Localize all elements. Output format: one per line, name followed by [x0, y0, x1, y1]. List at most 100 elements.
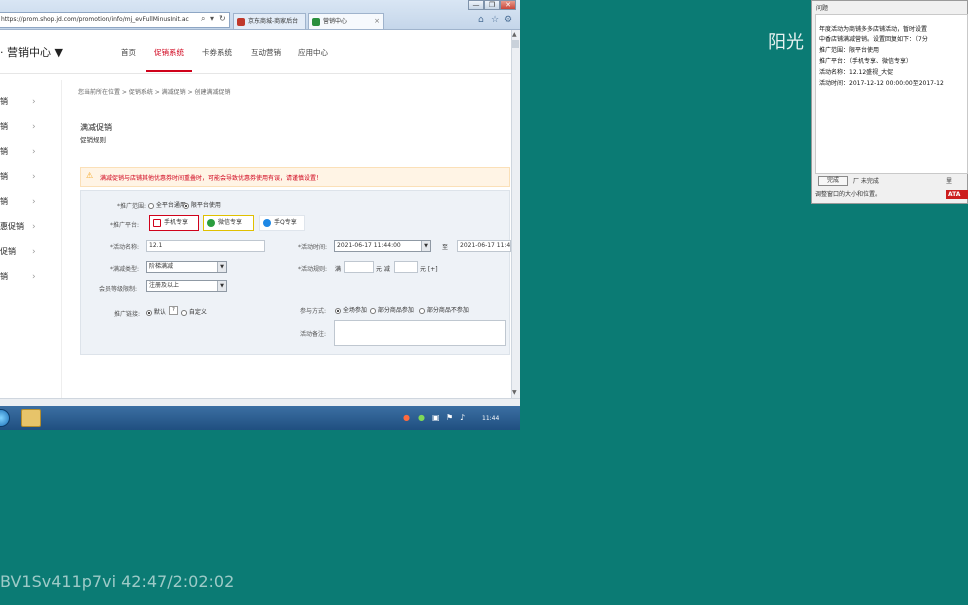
refresh-icon[interactable]: ↻ [219, 13, 226, 25]
sidebar-item-1[interactable]: 销 › [0, 95, 62, 120]
horizontal-scrollbar[interactable] [0, 398, 520, 406]
rule-threshold-input[interactable] [344, 261, 374, 273]
address-bar[interactable]: https://prom.shop.jd.com/promotion/info/… [0, 12, 230, 28]
sidebar-item-2[interactable]: 销 › [0, 120, 62, 145]
range-option-platform[interactable]: 限平台使用 [183, 200, 221, 209]
rule-full-text: 满 [335, 266, 342, 273]
radio-label: 自定义 [188, 309, 207, 316]
time-start-select[interactable]: 2021-06-17 11:44:00 ▼ [334, 240, 431, 252]
nav-interactive-marketing[interactable]: 互动营销 [251, 47, 281, 58]
minimize-button[interactable]: — [468, 0, 484, 10]
nav-home[interactable]: 首页 [121, 47, 136, 58]
link-default-option[interactable]: 默认 [146, 307, 166, 316]
channel-watermark: 阳光 [768, 32, 804, 53]
rule-discount-input[interactable] [394, 261, 418, 273]
discount-type-select[interactable]: 阶梯满减 ▼ [146, 261, 227, 273]
close-tab-icon[interactable]: × [374, 14, 380, 29]
member-level-label: 会员等级限制: [99, 286, 138, 293]
sidebar-item-label: 促销 [0, 247, 16, 256]
video-id-overlay: BV1Sv411p7vi 42:47/2:02:02 [0, 572, 235, 591]
dropdown-arrow-icon: ▼ [421, 241, 430, 251]
tab-label: 营销中心 [323, 18, 348, 25]
radio-label: 全平台通用 [155, 202, 186, 209]
participate-exclude-option[interactable]: 部分商品不参加 [419, 305, 469, 314]
platform-wechat-chip[interactable]: 微信专享 [203, 215, 254, 231]
dialog-title: 问题 [816, 5, 829, 12]
maximize-button[interactable]: ❐ [484, 0, 500, 10]
chevron-right-icon: › [32, 147, 36, 157]
member-level-select[interactable]: 注册及以上 ▼ [146, 280, 227, 292]
active-nav-underline [146, 70, 192, 72]
tab-jd-backend[interactable]: 京东商城-商家后台 [233, 13, 306, 29]
platform-label: *推广平台: [110, 222, 140, 229]
dialog-side-button[interactable]: 里 [946, 176, 952, 185]
breadcrumb[interactable]: 您当前所在位置 > 促销系统 > 满减促销 > 创建满减促销 [78, 87, 231, 96]
participate-partial-option[interactable]: 部分商品参加 [370, 305, 414, 314]
chip-label: 手Q专享 [274, 219, 297, 226]
dialog-line: 推广平台：（手机专享、微信专享） [819, 58, 913, 65]
tab-label: 京东商城-商家后台 [248, 18, 299, 25]
tab-marketing-center[interactable]: 营销中心 × [308, 13, 384, 29]
radio-icon [148, 202, 154, 209]
participate-label: 参与方式: [300, 308, 327, 315]
close-button[interactable]: ✕ [500, 0, 516, 10]
sidebar-item-8[interactable]: 销 › [0, 270, 62, 295]
sidebar-item-6[interactable]: 惠促销 › [0, 220, 62, 245]
rule-minus-text: 元 减 [376, 266, 390, 273]
file-explorer-icon[interactable] [21, 409, 41, 427]
dropdown-arrow-icon: ▼ [217, 262, 226, 272]
brand-title[interactable]: · 营销中心 ▼ [0, 44, 63, 60]
sidebar-item-4[interactable]: 销 › [0, 170, 62, 195]
search-icon[interactable]: ⌕ [201, 13, 205, 25]
select-value: 2021-06-17 11:44:00 [337, 242, 401, 249]
chip-label: 微信专享 [218, 219, 243, 226]
rule-add-tier[interactable]: 元 [+] [420, 264, 438, 273]
vertical-scrollbar[interactable] [511, 30, 520, 398]
remark-textarea[interactable] [334, 320, 506, 346]
chevron-right-icon: › [32, 272, 36, 282]
participate-all-option[interactable]: 全场参加 [335, 305, 367, 314]
tray-app-icon[interactable]: ● [403, 413, 410, 422]
dialog-line: 活动时间：2017-12-12 00:00:00至2017-12 [819, 80, 944, 87]
platform-qq-chip[interactable]: 手Q专享 [259, 215, 305, 231]
tray-shield-icon[interactable]: ▣ [432, 413, 440, 422]
settings-gear-icon[interactable]: ⚙ [504, 15, 512, 25]
taskbar-clock[interactable]: 11:44 [482, 415, 499, 422]
nav-promotion-system[interactable]: 促销系统 [154, 47, 184, 58]
warning-icon: ⚠ [86, 171, 94, 180]
nav-coupon-system[interactable]: 卡券系统 [202, 47, 232, 58]
scroll-down-icon[interactable]: ▼ [512, 389, 517, 396]
help-icon[interactable]: ? [169, 306, 178, 315]
activity-name-input[interactable]: 12.1 [146, 240, 265, 252]
sidebar-item-label: 销 [0, 172, 8, 181]
activity-time-label: *活动时间: [298, 244, 328, 251]
link-custom-option[interactable]: 自定义 [181, 307, 207, 316]
sidebar-item-3[interactable]: 销 › [0, 145, 62, 170]
not-done-checkbox[interactable]: 厂 未完成 [853, 176, 879, 185]
radio-label: 限平台使用 [190, 202, 221, 209]
tray-network-icon[interactable]: ● [418, 413, 425, 422]
wechat-icon [207, 219, 215, 227]
tray-volume-icon[interactable]: ♪ [460, 413, 465, 422]
chevron-right-icon: › [32, 122, 36, 132]
scrollbar-thumb[interactable] [512, 40, 519, 48]
sidebar-item-7[interactable]: 促销 › [0, 245, 62, 270]
nav-app-center[interactable]: 应用中心 [298, 47, 328, 58]
dropdown-arrow-icon[interactable]: ▾ [210, 13, 214, 25]
tray-flag-icon[interactable]: ⚑ [446, 413, 453, 422]
home-icon[interactable]: ⌂ [478, 15, 484, 25]
time-end-input[interactable]: 2021-06-17 11:4 [457, 240, 511, 252]
dialog-text-area: 年度活动为商铺多多店铺活动，暂时设置 中香店铺满减营销。设置回复如下：（7分 推… [815, 14, 968, 174]
sidebar-item-label: 销 [0, 97, 8, 106]
section-title: 促销规则 [80, 136, 106, 144]
done-button[interactable]: 完成 [818, 176, 848, 186]
mobile-icon [153, 219, 161, 227]
range-option-all[interactable]: 全平台通用 [148, 200, 186, 209]
radio-icon [370, 307, 376, 314]
qq-icon [263, 219, 271, 227]
favorites-icon[interactable]: ☆ [491, 15, 499, 25]
sidebar-item-5[interactable]: 销 › [0, 195, 62, 220]
scroll-up-icon[interactable]: ▲ [512, 31, 517, 38]
platform-mobile-chip[interactable]: 手机专享 [149, 215, 199, 231]
warning-text: 满减促销与店铺其他优惠券时间重叠时，可能会导致优惠券使用有误，请谨慎设置！ [100, 175, 323, 182]
